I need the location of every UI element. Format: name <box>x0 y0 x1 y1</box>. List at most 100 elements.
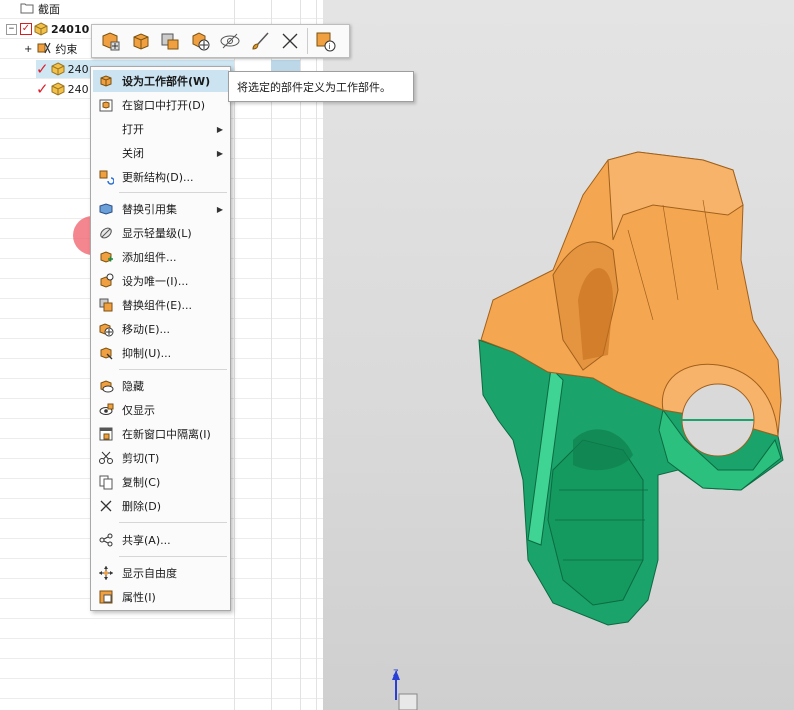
component-1-label: 240 <box>67 62 89 76</box>
tooltip-text: 将选定的部件定义为工作部件。 <box>237 80 391 94</box>
menu-item-show-only[interactable]: 仅显示 <box>93 399 229 421</box>
menu-item-open[interactable]: 打开 ▶ <box>93 118 229 140</box>
menu-label: 属性(I) <box>122 591 156 604</box>
open-in-window-icon <box>98 97 114 113</box>
menu-item-replace-refset[interactable]: 替换引用集 ▶ <box>93 198 229 220</box>
checkbox-icon[interactable]: ✓ <box>20 23 32 35</box>
tree-row-constraints[interactable]: + 约束 <box>24 40 77 58</box>
section-label: 截面 <box>38 3 60 16</box>
menu-item-move[interactable]: 移动(E)... <box>93 318 229 340</box>
context-mini-toolbar: i <box>91 24 350 58</box>
update-structure-icon <box>98 169 114 185</box>
menu-label: 添加组件... <box>122 251 177 264</box>
menu-label: 在窗口中打开(D) <box>122 99 206 112</box>
menu-item-isolate[interactable]: 在新窗口中隔离(I) <box>93 423 229 445</box>
menu-label: 复制(C) <box>122 476 161 489</box>
share-icon <box>98 532 114 548</box>
assembly-icon <box>34 22 48 36</box>
z-axis-label: Z <box>393 668 399 678</box>
lightweight-icon <box>98 225 114 241</box>
checkmark-icon[interactable]: ✓ <box>36 60 49 78</box>
menu-label: 显示轻量级(L) <box>122 227 192 240</box>
menu-item-update-structure[interactable]: 更新结构(D)... <box>93 166 229 188</box>
menu-item-close[interactable]: 关闭 ▶ <box>93 142 229 164</box>
move-component-icon[interactable] <box>185 26 215 56</box>
hide-icon[interactable] <box>215 26 245 56</box>
menu-item-cut[interactable]: 剪切(T) <box>93 447 229 469</box>
menu-label: 更新结构(D)... <box>122 171 194 184</box>
checkmark-icon[interactable]: ✓ <box>36 80 49 98</box>
menu-label: 关闭 <box>122 147 144 160</box>
component-2-label: 240 <box>67 82 89 96</box>
hide-icon <box>98 378 114 394</box>
menu-label: 剪切(T) <box>122 452 160 465</box>
menu-item-delete[interactable]: 删除(D) <box>93 495 229 517</box>
menu-separator <box>119 556 227 557</box>
submenu-arrow-icon: ▶ <box>216 148 223 158</box>
replace-component-icon[interactable] <box>155 26 185 56</box>
menu-separator <box>119 369 227 370</box>
grid-line <box>0 18 323 19</box>
menu-item-show-dof[interactable]: 显示自由度 <box>93 562 229 584</box>
tooltip: 将选定的部件定义为工作部件。 <box>228 71 414 102</box>
copy-icon <box>98 474 114 490</box>
make-work-part-icon[interactable] <box>95 26 125 56</box>
suppress-icon <box>98 345 114 361</box>
menu-label: 替换引用集 <box>122 203 177 216</box>
expand-icon[interactable]: + <box>24 44 32 55</box>
grid-line <box>0 638 323 639</box>
column-divider <box>271 0 272 710</box>
menu-label: 显示自由度 <box>122 567 177 580</box>
menu-item-share[interactable]: 共享(A)... <box>93 529 229 551</box>
menu-label: 设为工作部件(W) <box>122 75 211 88</box>
menu-separator <box>119 522 227 523</box>
graphics-viewport[interactable]: Z <box>323 0 794 710</box>
menu-label: 隐藏 <box>122 380 144 393</box>
3d-model[interactable]: Z <box>323 0 794 710</box>
menu-item-make-unique[interactable]: 设为唯一(I)... <box>93 270 229 292</box>
menu-label: 删除(D) <box>122 500 162 513</box>
grid-line <box>0 58 323 59</box>
menu-item-show-lightweight[interactable]: 显示轻量级(L) <box>93 222 229 244</box>
menu-item-replace-component[interactable]: 替换组件(E)... <box>93 294 229 316</box>
tree-row-section[interactable]: 截面 <box>20 0 60 18</box>
submenu-arrow-icon: ▶ <box>216 204 223 214</box>
folder-icon <box>20 2 34 17</box>
constraints-label: 约束 <box>55 43 78 56</box>
constraints-icon <box>36 41 52 58</box>
dof-icon <box>98 565 114 581</box>
grid-line <box>0 678 323 679</box>
menu-item-make-work-part[interactable]: 设为工作部件(W) <box>93 70 229 92</box>
properties-icon[interactable]: i <box>310 26 340 56</box>
delete-icon <box>98 498 114 514</box>
menu-label: 移动(E)... <box>122 323 171 336</box>
menu-label: 设为唯一(I)... <box>122 275 189 288</box>
menu-item-suppress[interactable]: 抑制(U)... <box>93 342 229 364</box>
menu-item-open-in-window[interactable]: 在窗口中打开(D) <box>93 94 229 116</box>
tree-row-root[interactable]: − ✓ 24010 <box>6 20 89 38</box>
toolbar-separator <box>307 28 308 54</box>
tree-row-component-2[interactable]: ✓ 240 <box>36 80 89 98</box>
menu-label: 仅显示 <box>122 404 155 417</box>
paint-brush-icon[interactable] <box>245 26 275 56</box>
part-icon <box>51 82 65 96</box>
grid-line <box>0 698 323 699</box>
menu-item-add-component[interactable]: 添加组件... <box>93 246 229 268</box>
column-divider <box>234 0 235 710</box>
menu-item-hide[interactable]: 隐藏 <box>93 375 229 397</box>
grid-line <box>0 618 323 619</box>
make-work-part-icon <box>98 73 114 89</box>
submenu-arrow-icon: ▶ <box>216 124 223 134</box>
show-only-icon <box>98 402 114 418</box>
grid-line <box>0 658 323 659</box>
menu-item-properties[interactable]: 属性(I) <box>93 586 229 608</box>
collapse-icon[interactable]: − <box>6 23 17 35</box>
column-divider <box>300 0 301 710</box>
move-icon <box>98 321 114 337</box>
part-icon <box>51 62 65 76</box>
isolate-icon <box>98 426 114 442</box>
menu-label: 在新窗口中隔离(I) <box>122 428 211 441</box>
delete-icon[interactable] <box>275 26 305 56</box>
open-part-icon[interactable] <box>125 26 155 56</box>
menu-item-copy[interactable]: 复制(C) <box>93 471 229 493</box>
